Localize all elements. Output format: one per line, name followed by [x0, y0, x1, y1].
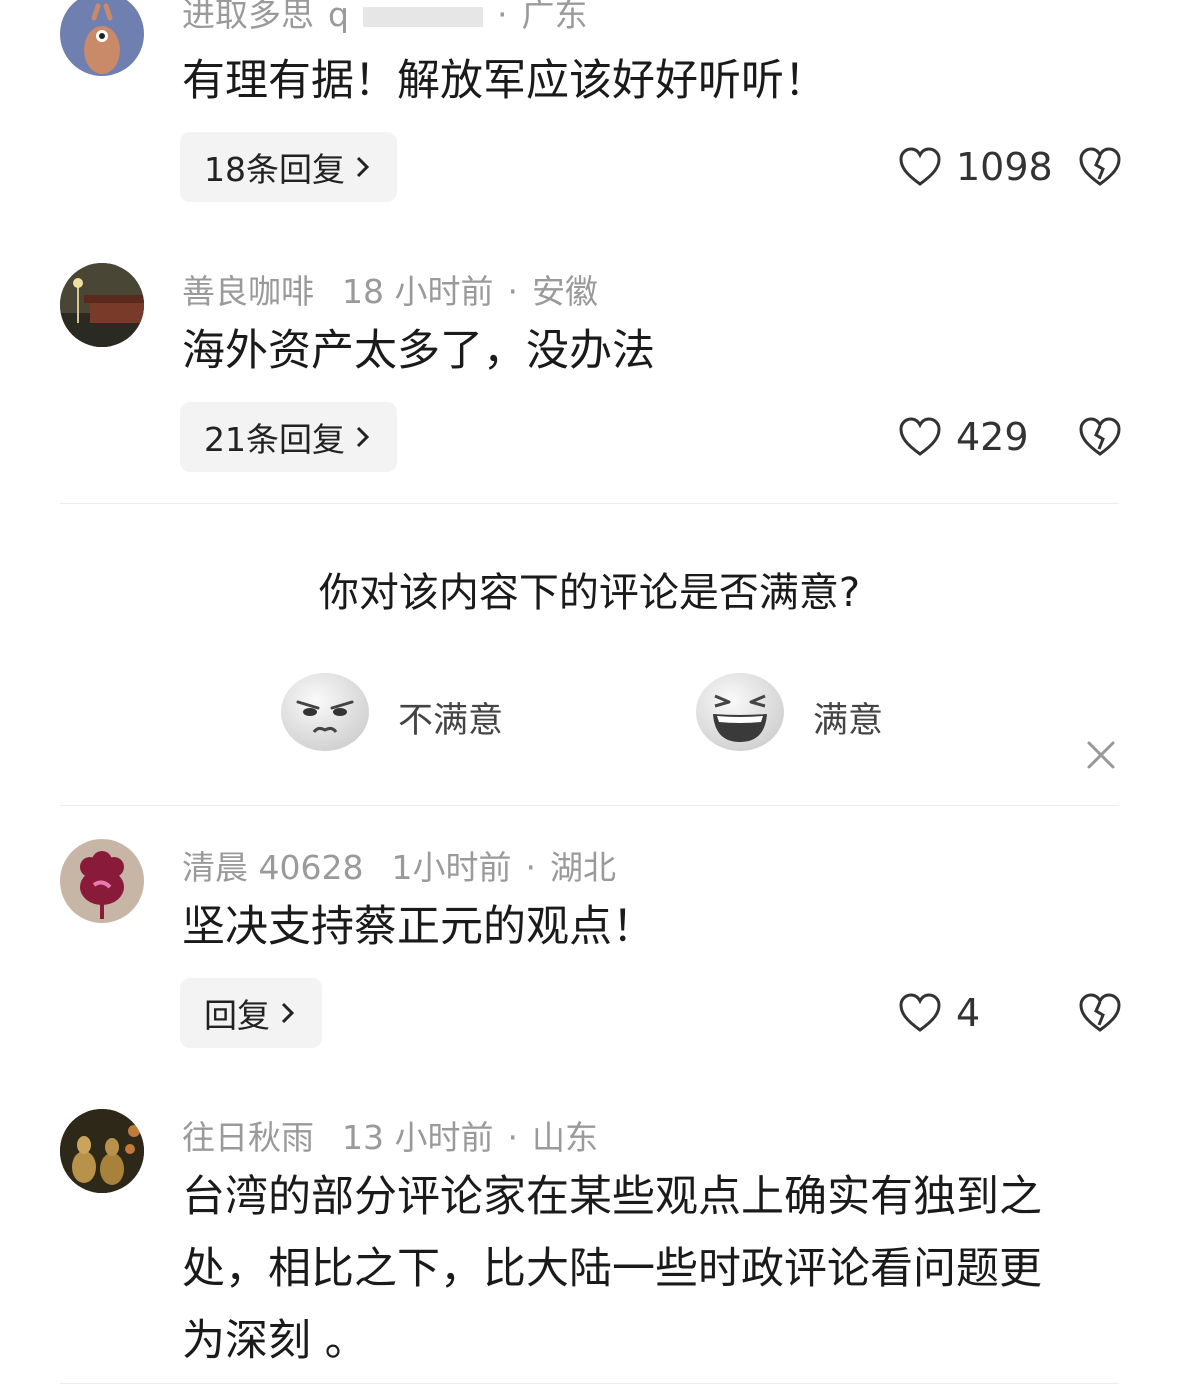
like-button[interactable]: 1098 — [898, 145, 1053, 189]
avatar[interactable] — [60, 263, 144, 347]
view-replies-button[interactable]: 18条回复 — [180, 132, 397, 202]
divider — [60, 805, 1119, 806]
laughing-face-icon — [696, 673, 784, 751]
broken-heart-icon[interactable] — [1078, 417, 1122, 457]
comment-text-line: 台湾的部分评论家在某些观点上确实有独到之 — [182, 1172, 1042, 1222]
comment-text-line: 处，相比之下，比大陆一些时政评论看问题更 — [182, 1244, 1042, 1294]
heart-outline-icon — [899, 417, 941, 456]
avatar[interactable] — [60, 0, 144, 76]
location: 山东 — [531, 1118, 598, 1157]
username[interactable]: 进取多思 — [182, 0, 314, 34]
comment-time: 18 小时前 — [342, 272, 494, 311]
divider — [60, 1383, 1119, 1384]
survey-option-satisfied[interactable]: 满意 — [695, 672, 915, 754]
location: 广东 — [521, 0, 588, 34]
broken-heart-icon[interactable] — [1078, 147, 1122, 187]
comment-meta: 往日秋雨 13 小时前 · 山东 — [182, 1118, 598, 1157]
username[interactable]: 清晨 40628 — [182, 848, 363, 887]
reply-count: 21条回复 — [204, 420, 345, 459]
comment-text: 海外资产太多了，没办法 — [182, 326, 655, 376]
location: 安徽 — [531, 272, 598, 311]
like-count: 1098 — [956, 145, 1053, 189]
like-count: 429 — [956, 415, 1029, 459]
comment-meta: 进取多思 q · 广东 — [182, 0, 587, 36]
heart-outline-icon — [899, 147, 941, 186]
survey-option-dissatisfied[interactable]: 不满意 — [280, 672, 520, 754]
comment-text: 有理有据！解放军应该好好听听！ — [182, 56, 827, 106]
survey-question: 你对该内容下的评论是否满意? — [318, 570, 861, 616]
heart-outline-icon — [899, 993, 941, 1032]
view-replies-button[interactable]: 21条回复 — [180, 402, 397, 472]
chevron-right-icon — [356, 156, 370, 178]
location: 湖北 — [549, 848, 616, 887]
like-button[interactable]: 429 — [898, 415, 1029, 459]
comment-time: 13 小时前 — [342, 1118, 494, 1157]
close-icon[interactable] — [1086, 740, 1116, 770]
avatar[interactable] — [60, 1109, 144, 1193]
comment-text-line: 为深刻 。 — [182, 1316, 368, 1366]
username[interactable]: 往日秋雨 — [182, 1118, 314, 1157]
chevron-right-icon — [281, 1002, 295, 1024]
comment-meta: 清晨 40628 1小时前 · 湖北 — [182, 848, 616, 887]
unhappy-face-icon — [281, 673, 369, 751]
avatar[interactable] — [60, 839, 144, 923]
reply-label: 回复 — [204, 996, 270, 1035]
chevron-right-icon — [356, 426, 370, 448]
like-button[interactable]: 4 — [898, 991, 980, 1035]
survey-option-label: 不满意 — [398, 701, 504, 741]
broken-heart-icon[interactable] — [1078, 993, 1122, 1033]
username[interactable]: 善良咖啡 — [182, 272, 314, 311]
reply-count: 18条回复 — [204, 150, 345, 189]
comment-text: 坚决支持蔡正元的观点！ — [182, 902, 655, 952]
comment-meta: 善良咖啡 18 小时前 · 安徽 — [182, 272, 598, 311]
comment-time: 1小时前 — [391, 848, 512, 887]
like-count: 4 — [956, 991, 981, 1035]
survey-option-label: 满意 — [813, 701, 884, 741]
reply-button[interactable]: 回复 — [180, 978, 322, 1048]
divider — [60, 503, 1119, 504]
